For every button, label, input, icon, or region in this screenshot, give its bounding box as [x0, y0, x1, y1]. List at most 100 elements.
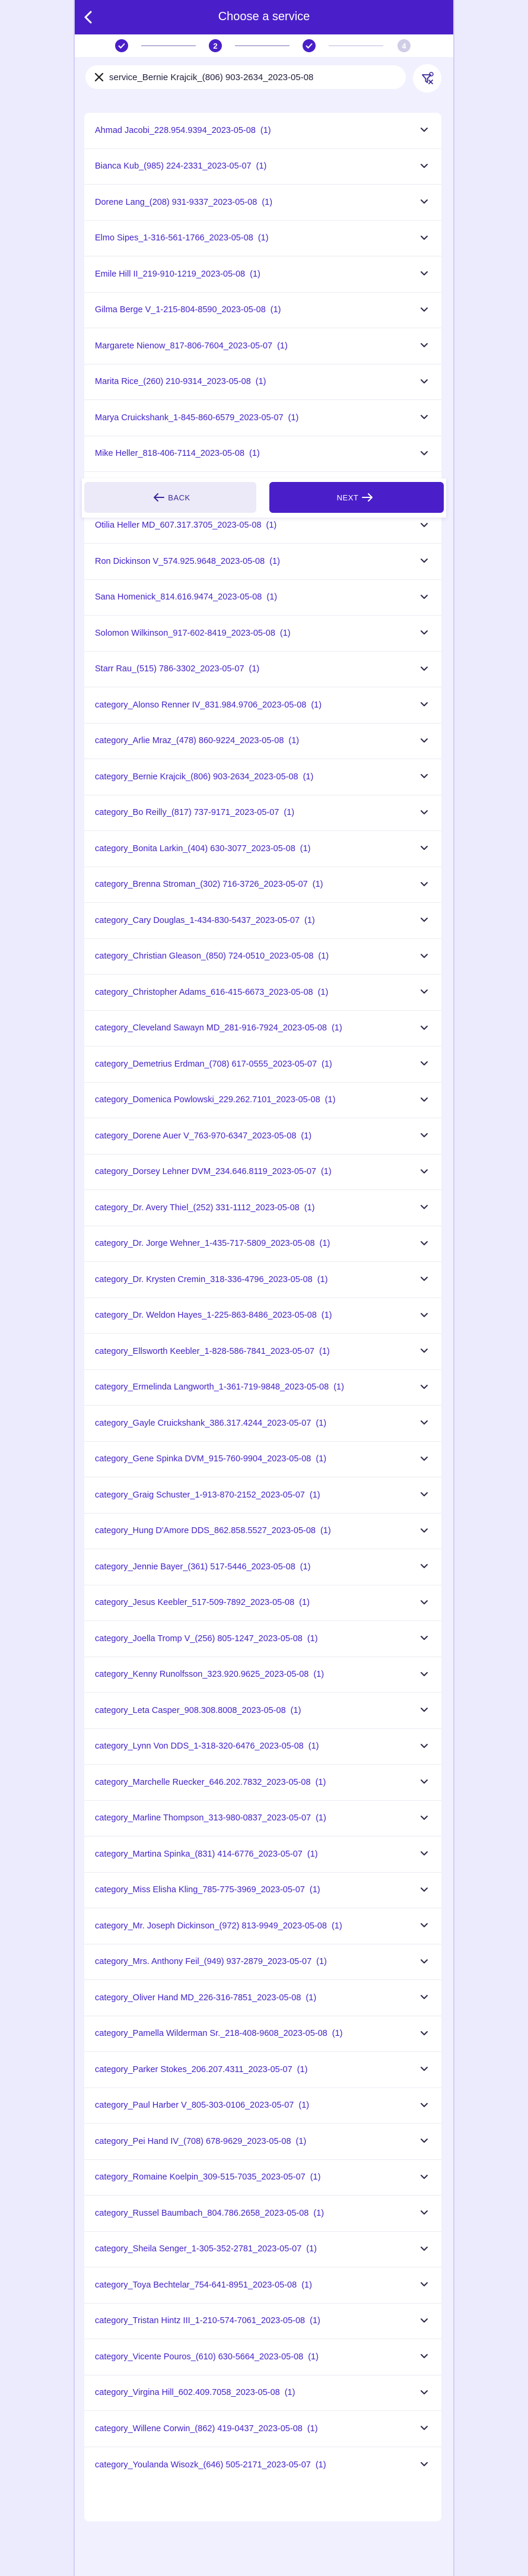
chevron-down-icon[interactable] [420, 1887, 428, 1893]
chevron-down-icon[interactable] [420, 451, 428, 456]
service-row[interactable]: category_Demetrius Erdman_(708) 617-0555… [84, 1046, 441, 1083]
chevron-down-icon[interactable] [420, 2353, 428, 2359]
back-button[interactable]: BACK [84, 482, 256, 513]
chevron-down-icon[interactable] [420, 1241, 428, 1246]
chevron-down-icon[interactable] [420, 666, 428, 672]
service-row[interactable]: Margarete Nienow_817-806-7604_2023-05-07… [84, 328, 441, 364]
chevron-down-icon[interactable] [420, 1707, 428, 1713]
service-row[interactable]: category_Joella Tromp V_(256) 805-1247_2… [84, 1621, 441, 1657]
chevron-down-icon[interactable] [420, 989, 428, 995]
service-row[interactable]: category_Christian Gleason_(850) 724-051… [84, 939, 441, 975]
service-row[interactable]: category_Arlie Mraz_(478) 860-9224_2023-… [84, 724, 441, 759]
service-row[interactable]: Ahmad Jacobi_228.954.9394_2023-05-08 (1) [84, 113, 441, 149]
next-button[interactable]: NEXT [269, 482, 444, 513]
service-row[interactable]: category_Gayle Cruickshank_386.317.4244_… [84, 1406, 441, 1442]
service-row[interactable]: category_Gene Spinka DVM_915-760-9904_20… [84, 1442, 441, 1477]
chevron-down-icon[interactable] [420, 630, 428, 636]
chevron-down-icon[interactable] [420, 594, 428, 600]
chevron-down-icon[interactable] [420, 1815, 428, 1821]
service-row[interactable]: category_Dr. Jorge Wehner_1-435-717-5809… [84, 1226, 441, 1262]
service-row[interactable]: category_Dr. Krysten Cremin_318-336-4796… [84, 1262, 441, 1298]
service-row[interactable]: category_Lynn Von DDS_1-318-320-6476_202… [84, 1729, 441, 1765]
service-row[interactable]: Marya Cruickshank_1-845-860-6579_2023-05… [84, 400, 441, 436]
filter-reset-icon[interactable] [413, 64, 441, 93]
chevron-down-icon[interactable] [420, 1671, 428, 1677]
chevron-down-icon[interactable] [420, 1276, 428, 1282]
chevron-down-icon[interactable] [420, 307, 428, 313]
service-row[interactable]: category_Ellsworth Keebler_1-828-586-784… [84, 1334, 441, 1370]
chevron-down-icon[interactable] [420, 1994, 428, 2000]
service-row[interactable]: category_Miss Elisha Kling_785-775-3969_… [84, 1873, 441, 1908]
chevron-down-icon[interactable] [420, 1348, 428, 1354]
chevron-down-icon[interactable] [420, 2318, 428, 2324]
chevron-down-icon[interactable] [420, 2138, 428, 2144]
service-row[interactable]: category_Sheila Senger_1-305-352-2781_20… [84, 2232, 441, 2267]
chevron-down-icon[interactable] [420, 1563, 428, 1569]
service-row[interactable]: category_Brenna Stroman_(302) 716-3726_2… [84, 867, 441, 903]
chevron-down-icon[interactable] [420, 845, 428, 851]
chevron-down-icon[interactable] [420, 953, 428, 959]
service-row[interactable]: category_Mrs. Anthony Feil_(949) 937-287… [84, 1944, 441, 1980]
service-row[interactable]: category_Romaine Koelpin_309-515-7035_20… [84, 2160, 441, 2196]
service-row[interactable]: category_Bo Reilly_(817) 737-9171_2023-0… [84, 795, 441, 831]
chevron-down-icon[interactable] [420, 2102, 428, 2108]
service-row[interactable]: category_Vicente Pouros_(610) 630-5664_2… [84, 2339, 441, 2375]
chevron-down-icon[interactable] [420, 235, 428, 241]
service-row[interactable]: category_Leta Casper_908.308.8008_2023-0… [84, 1693, 441, 1729]
chevron-down-icon[interactable] [420, 881, 428, 887]
service-row[interactable]: Sana Homenick_814.616.9474_2023-05-08 (1) [84, 580, 441, 616]
service-row[interactable]: category_Parker Stokes_206.207.4311_2023… [84, 2052, 441, 2088]
service-row[interactable]: Marita Rice_(260) 210-9314_2023-05-08 (1) [84, 364, 441, 400]
chevron-down-icon[interactable] [420, 2210, 428, 2216]
chevron-down-icon[interactable] [420, 1635, 428, 1641]
chevron-down-icon[interactable] [420, 1384, 428, 1390]
chevron-down-icon[interactable] [420, 1456, 428, 1462]
chevron-down-icon[interactable] [420, 522, 428, 528]
chevron-down-icon[interactable] [420, 1743, 428, 1749]
chevron-down-icon[interactable] [420, 1959, 428, 1965]
chevron-down-icon[interactable] [420, 1600, 428, 1606]
clear-x-icon[interactable] [94, 72, 104, 83]
service-row[interactable]: category_Bernie Krajcik_(806) 903-2634_2… [84, 759, 441, 795]
chevron-down-icon[interactable] [420, 2425, 428, 2431]
chevron-down-icon[interactable] [420, 1923, 428, 1928]
service-row[interactable]: category_Domenica Powlowski_229.262.7101… [84, 1083, 441, 1118]
search-input[interactable]: service_Bernie Krajcik_(806) 903-2634_20… [85, 65, 406, 89]
chevron-down-icon[interactable] [420, 163, 428, 169]
chevron-down-icon[interactable] [420, 1779, 428, 1785]
service-row[interactable]: category_Mr. Joseph Dickinson_(972) 813-… [84, 1908, 441, 1944]
chevron-down-icon[interactable] [420, 1851, 428, 1857]
service-row[interactable]: category_Dorene Auer V_763-970-6347_2023… [84, 1118, 441, 1154]
service-row[interactable]: category_Dr. Avery Thiel_(252) 331-1112_… [84, 1190, 441, 1226]
service-row[interactable]: Bianca Kub_(985) 224-2331_2023-05-07 (1) [84, 149, 441, 185]
chevron-down-icon[interactable] [420, 917, 428, 923]
service-row[interactable]: category_Cary Douglas_1-434-830-5437_202… [84, 903, 441, 939]
service-row[interactable]: category_Kenny Runolfsson_323.920.9625_2… [84, 1657, 441, 1693]
service-row[interactable]: category_Tristan Hintz III_1-210-574-706… [84, 2304, 441, 2339]
service-row[interactable]: Dorene Lang_(208) 931-9337_2023-05-08 (1) [84, 185, 441, 221]
chevron-down-icon[interactable] [420, 1061, 428, 1067]
service-row[interactable]: Elmo Sipes_1-316-561-1766_2023-05-08 (1) [84, 221, 441, 256]
service-row[interactable]: Mike Heller_818-406-7114_2023-05-08 (1) [84, 436, 441, 472]
chevron-down-icon[interactable] [420, 1204, 428, 1210]
service-row[interactable]: category_Christopher Adams_616-415-6673_… [84, 975, 441, 1011]
service-row[interactable]: category_Dr. Weldon Hayes_1-225-863-8486… [84, 1298, 441, 1334]
chevron-down-icon[interactable] [420, 1169, 428, 1175]
chevron-down-icon[interactable] [420, 1132, 428, 1138]
chevron-down-icon[interactable] [420, 2031, 428, 2036]
chevron-down-icon[interactable] [420, 2246, 428, 2252]
service-row[interactable]: Emile Hill II_219-910-1219_2023-05-08 (1) [84, 256, 441, 293]
service-row[interactable]: category_Marline Thompson_313-980-0837_2… [84, 1801, 441, 1836]
chevron-down-icon[interactable] [420, 1097, 428, 1103]
service-row[interactable]: Starr Rau_(515) 786-3302_2023-05-07 (1) [84, 652, 441, 687]
chevron-down-icon[interactable] [420, 1420, 428, 1426]
chevron-down-icon[interactable] [420, 738, 428, 744]
chevron-down-icon[interactable] [420, 1528, 428, 1534]
service-row[interactable]: category_Virgina Hill_602.409.7058_2023-… [84, 2375, 441, 2411]
service-row[interactable]: category_Willene Corwin_(862) 419-0437_2… [84, 2411, 441, 2447]
service-row[interactable]: category_Toya Bechtelar_754-641-8951_202… [84, 2267, 441, 2304]
service-row[interactable]: category_Marchelle Ruecker_646.202.7832_… [84, 1765, 441, 1801]
service-row[interactable]: category_Ermelinda Langworth_1-361-719-9… [84, 1370, 441, 1406]
chevron-down-icon[interactable] [420, 2461, 428, 2467]
chevron-down-icon[interactable] [420, 702, 428, 708]
